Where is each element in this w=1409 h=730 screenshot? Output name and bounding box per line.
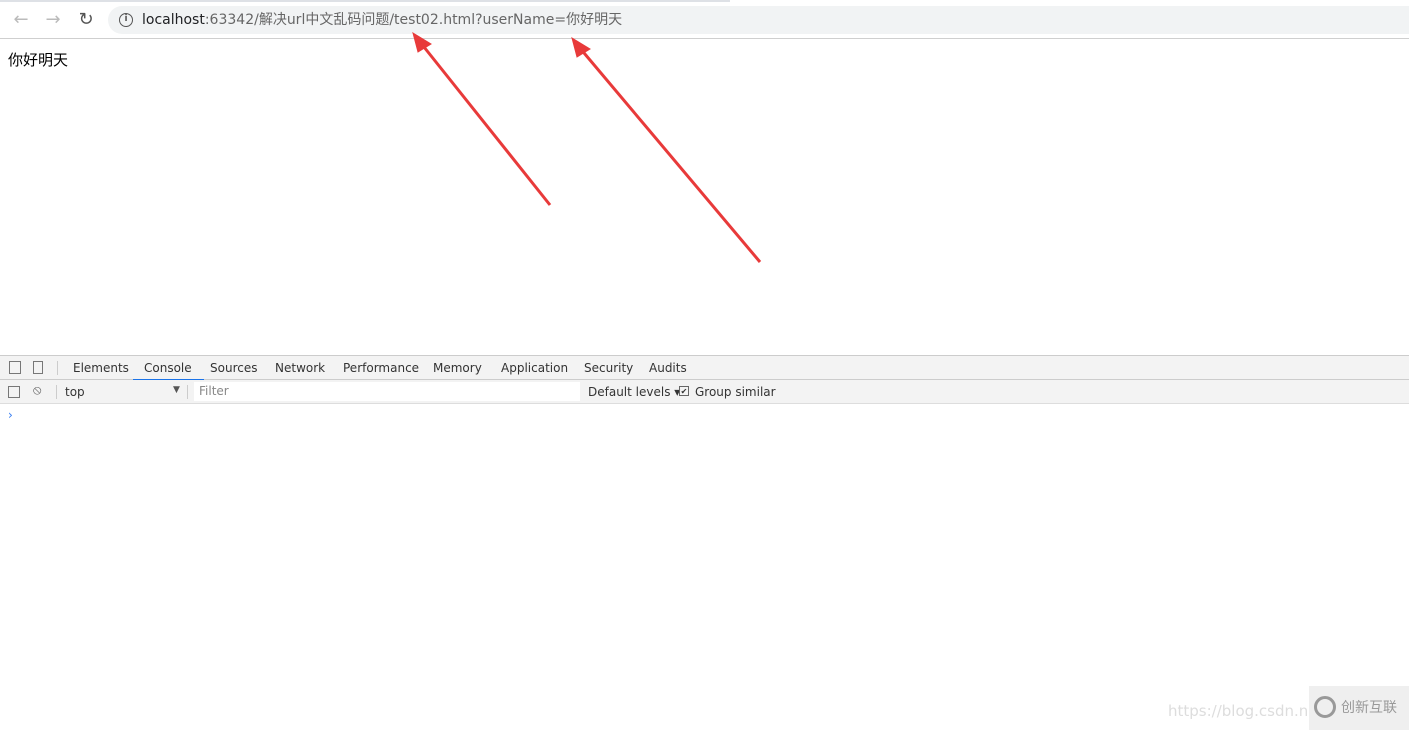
annotation-arrows bbox=[412, 31, 762, 263]
annotation-arrowhead-2 bbox=[571, 36, 591, 58]
annotation-arrow-1 bbox=[418, 41, 552, 206]
annotation-arrowhead-1 bbox=[412, 31, 432, 53]
annotation-arrow-2 bbox=[577, 46, 762, 263]
